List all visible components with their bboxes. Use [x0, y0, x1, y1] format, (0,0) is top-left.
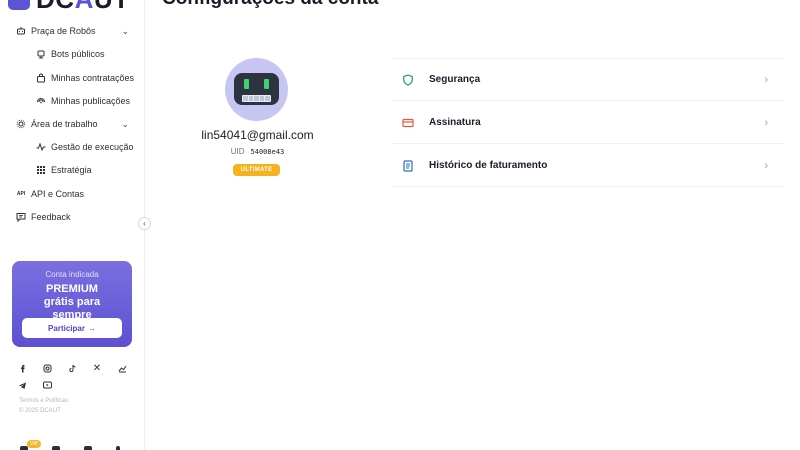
promo-title: PREMIUM grátis para sempre	[43, 283, 101, 321]
sidebar-item-api-e-contas[interactable]: API API e Contas	[16, 187, 84, 201]
shield-icon	[402, 73, 414, 86]
sidebar-item-label: Bots públicos	[51, 49, 105, 59]
bag-icon	[36, 73, 46, 83]
sidebar: DCAUT Praça de Robôs ⌄ Bots públicos Min…	[0, 0, 145, 450]
sidebar-item-label: Minhas publicações	[51, 96, 131, 106]
sidebar-item-praca-de-robos[interactable]: Praça de Robôs ⌄	[16, 24, 145, 38]
sidebar-item-label: Estratégia	[51, 165, 92, 175]
chevron-down-icon: ⌄	[121, 25, 129, 36]
x-icon[interactable]: ✕	[92, 363, 102, 374]
referral-promo-card: Conta indicada PREMIUM grátis para sempr…	[12, 261, 132, 347]
avatar	[225, 58, 288, 121]
robot-mouth	[242, 95, 271, 102]
sidebar-item-label: API e Contas	[31, 189, 85, 199]
vip-badge: VIP	[27, 440, 42, 448]
instagram-icon[interactable]	[42, 363, 52, 373]
arrow-right-icon: →	[87, 323, 96, 333]
robot-avatar-icon	[234, 73, 279, 105]
robot-icon	[16, 26, 26, 36]
profile-email: lin54041@gmail.com	[201, 128, 314, 142]
chart-icon[interactable]	[117, 363, 127, 373]
notification-icon[interactable]	[52, 446, 60, 450]
facebook-icon[interactable]	[17, 363, 27, 373]
settings-row-label: Segurança	[429, 74, 481, 85]
sidebar-item-label: Praça de Robôs	[31, 26, 96, 36]
profile-uid: UID 54008e43	[185, 147, 330, 156]
sidebar-item-label: Minhas contratações	[51, 73, 135, 83]
sidebar-item-minhas-contratacoes[interactable]: Minhas contratações	[36, 71, 134, 85]
sidebar-item-label: Área de trabalho	[31, 119, 98, 129]
broadcast-icon	[36, 96, 46, 106]
sidebar-item-gestao-de-execucao[interactable]: Gestão de execução	[36, 140, 134, 154]
robot-eye-right	[264, 79, 269, 89]
settings-row-seguranca[interactable]: Segurança ›	[392, 58, 784, 101]
sidebar-item-estrategia[interactable]: Estratégia	[36, 163, 92, 177]
chevron-right-icon: ›	[764, 73, 768, 86]
brand-logo[interactable]: DCAUT	[8, 0, 130, 12]
participate-button-label: Participar	[48, 323, 85, 333]
promo-eyebrow: Conta indicada	[45, 270, 99, 279]
sidebar-item-label: Feedback	[31, 212, 71, 222]
brand-mark-icon	[8, 0, 30, 10]
chevron-left-icon: ‹	[143, 219, 146, 228]
uid-label: UID	[230, 147, 245, 156]
sidebar-item-label: Gestão de execução	[51, 142, 134, 152]
chevron-right-icon: ›	[764, 116, 768, 129]
gear-icon	[16, 119, 26, 129]
api-icon: API	[16, 191, 26, 197]
activity-icon	[36, 142, 46, 152]
youtube-icon[interactable]	[42, 380, 52, 390]
sidebar-item-feedback[interactable]: Feedback	[16, 210, 71, 224]
settings-icon[interactable]	[116, 446, 120, 450]
chevron-down-icon: ⌄	[121, 118, 129, 129]
language-icon[interactable]	[84, 446, 92, 450]
page-title: Configurações da conta	[162, 0, 378, 10]
credit-card-icon	[402, 117, 414, 129]
settings-row-label: Histórico de faturamento	[429, 160, 548, 171]
participate-button[interactable]: Participar →	[22, 318, 122, 338]
message-icon	[16, 212, 26, 222]
book-icon	[402, 159, 414, 172]
terms-link[interactable]: Termos e Políticas	[19, 398, 68, 404]
settings-row-label: Assinatura	[429, 117, 481, 128]
tier-badge: ULTIMATE	[233, 164, 280, 176]
telegram-icon[interactable]	[17, 380, 27, 390]
collapse-sidebar-button[interactable]: ‹	[138, 217, 151, 230]
uid-value[interactable]: 54008e43	[251, 148, 285, 156]
grid-icon	[36, 165, 46, 175]
robot-eye-left	[244, 79, 249, 89]
sidebar-item-minhas-publicacoes[interactable]: Minhas publicações	[36, 94, 130, 108]
user-avatar-icon[interactable]	[20, 446, 28, 450]
copyright-text: © 2025 DCAUT	[19, 408, 61, 414]
chevron-right-icon: ›	[764, 159, 768, 172]
sidebar-item-area-de-trabalho[interactable]: Área de trabalho ⌄	[16, 117, 145, 131]
brand-name: DCAUT	[36, 0, 130, 12]
bot-icon	[36, 49, 46, 59]
settings-row-historico-de-faturamento[interactable]: Histórico de faturamento ›	[392, 144, 784, 187]
tiktok-icon[interactable]	[67, 363, 77, 373]
settings-row-assinatura[interactable]: Assinatura ›	[392, 101, 784, 144]
sidebar-item-bots-publicos[interactable]: Bots públicos	[36, 47, 105, 61]
